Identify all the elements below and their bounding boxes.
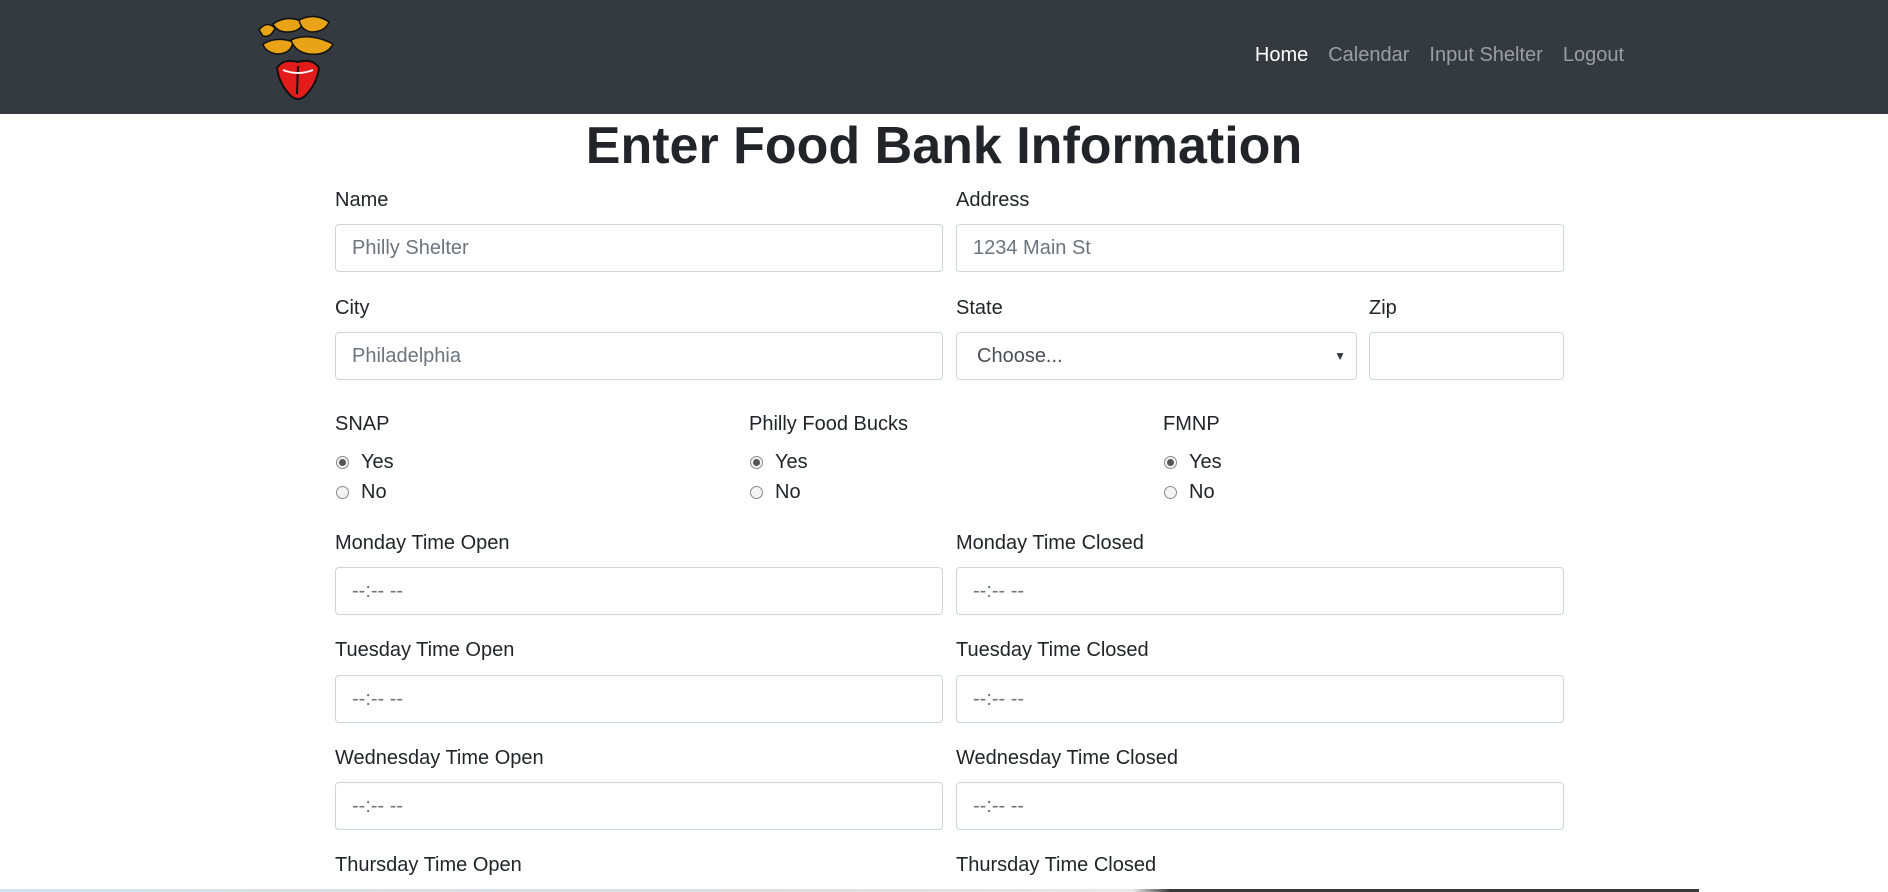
nav-home-link[interactable]: Home	[1245, 40, 1318, 71]
nav-links: Home Calendar Input Shelter Logout	[1245, 40, 1634, 71]
city-input[interactable]: Philadelphia	[335, 332, 943, 380]
snap-yes-option[interactable]: Yes	[336, 451, 394, 474]
tuesday-open-time-input[interactable]: --:-- --	[335, 675, 943, 723]
name-input[interactable]: Philly Shelter	[335, 224, 943, 272]
snap-no-radio[interactable]	[336, 486, 349, 499]
nav-input-shelter-link[interactable]: Input Shelter	[1419, 40, 1552, 71]
fmnp-yes-radio[interactable]	[1164, 456, 1177, 469]
state-select[interactable]: Choose... ▼	[956, 332, 1357, 380]
gimme-shelter-logo[interactable]	[253, 10, 343, 102]
city-label: City	[335, 297, 370, 319]
wednesday-closed-label: Wednesday Time Closed	[956, 747, 1178, 769]
snap-label: SNAP	[335, 413, 390, 435]
fmnp-label: FMNP	[1163, 413, 1220, 435]
philly-food-bucks-label: Philly Food Bucks	[749, 413, 908, 435]
snap-no-option[interactable]: No	[336, 481, 387, 504]
tuesday-open-label: Tuesday Time Open	[335, 639, 515, 661]
pfb-no-label: No	[775, 481, 801, 503]
navbar: Home Calendar Input Shelter Logout	[0, 0, 1888, 114]
chevron-down-icon: ▼	[1334, 349, 1346, 363]
state-label: State	[956, 297, 1003, 319]
zip-label: Zip	[1369, 297, 1397, 319]
pfb-yes-option[interactable]: Yes	[750, 451, 808, 474]
fmnp-no-option[interactable]: No	[1164, 481, 1215, 504]
thursday-closed-label: Thursday Time Closed	[956, 854, 1157, 876]
fmnp-yes-option[interactable]: Yes	[1164, 451, 1222, 474]
snap-yes-label: Yes	[361, 451, 394, 473]
wednesday-closed-time-input[interactable]: --:-- --	[956, 782, 1564, 830]
zip-input[interactable]	[1369, 332, 1564, 380]
page-title: Enter Food Bank Information	[585, 117, 1303, 175]
name-label: Name	[335, 189, 389, 211]
wednesday-open-label: Wednesday Time Open	[335, 747, 544, 769]
monday-open-label: Monday Time Open	[335, 532, 510, 554]
monday-closed-label: Monday Time Closed	[956, 532, 1144, 554]
state-selected-value: Choose...	[977, 345, 1063, 367]
tuesday-closed-time-input[interactable]: --:-- --	[956, 675, 1564, 723]
address-input[interactable]: 1234 Main St	[956, 224, 1564, 272]
snap-yes-radio[interactable]	[336, 456, 349, 469]
pfb-yes-label: Yes	[775, 451, 808, 473]
pfb-no-option[interactable]: No	[750, 481, 801, 504]
monday-closed-time-input[interactable]: --:-- --	[956, 567, 1564, 615]
thursday-open-label: Thursday Time Open	[335, 854, 522, 876]
nav-logout-link[interactable]: Logout	[1553, 40, 1634, 71]
fmnp-no-label: No	[1189, 481, 1215, 503]
pfb-yes-radio[interactable]	[750, 456, 763, 469]
tuesday-closed-label: Tuesday Time Closed	[956, 639, 1149, 661]
wednesday-open-time-input[interactable]: --:-- --	[335, 782, 943, 830]
fmnp-yes-label: Yes	[1189, 451, 1222, 473]
pfb-no-radio[interactable]	[750, 486, 763, 499]
monday-open-time-input[interactable]: --:-- --	[335, 567, 943, 615]
nav-calendar-link[interactable]: Calendar	[1318, 40, 1419, 71]
snap-no-label: No	[361, 481, 387, 503]
fmnp-no-radio[interactable]	[1164, 486, 1177, 499]
address-label: Address	[956, 189, 1030, 211]
